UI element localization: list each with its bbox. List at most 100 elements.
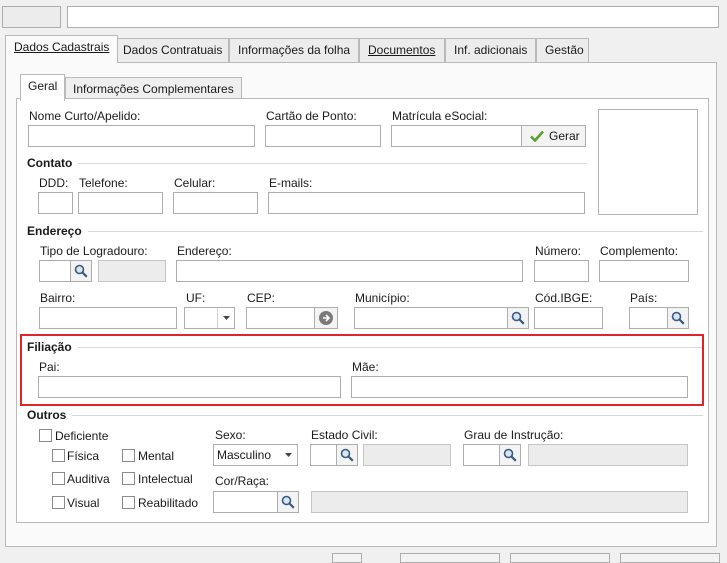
fisica-checkbox[interactable] — [52, 449, 65, 462]
cod-ibge-label: Cód.IBGE: — [535, 291, 593, 305]
endereco-label: Endereço: — [177, 244, 232, 258]
intelectual-label: Intelectual — [138, 472, 193, 486]
matricula-esocial-label: Matrícula eSocial: — [392, 109, 488, 123]
tipo-logradouro-desc — [98, 260, 166, 282]
top-name-field[interactable] — [67, 6, 719, 28]
pai-label: Pai: — [39, 360, 60, 374]
reabilitado-label: Reabilitado — [138, 496, 199, 510]
cartao-ponto-input[interactable] — [265, 125, 381, 147]
pais-label: País: — [630, 291, 658, 305]
photo-box[interactable] — [598, 109, 698, 215]
grau-instrucao-label: Grau de Instrução: — [464, 428, 564, 442]
tab-label: Inf. adicionais — [454, 43, 528, 57]
mental-label: Mental — [138, 449, 175, 463]
grau-instrucao-search-button[interactable] — [499, 444, 521, 466]
tab-label: Documentos — [368, 43, 436, 57]
numero-label: Número: — [535, 244, 582, 258]
pais-input[interactable] — [629, 307, 669, 329]
tab-label: Dados Cadastrais — [14, 40, 110, 54]
sexo-value: Masculino — [217, 448, 272, 462]
grau-instrucao-desc — [528, 444, 688, 466]
sexo-label: Sexo: — [215, 428, 246, 442]
check-icon — [530, 130, 544, 142]
matricula-esocial-input[interactable] — [391, 125, 522, 147]
reabilitado-checkbox[interactable] — [122, 496, 135, 509]
cep-lookup-button[interactable] — [314, 307, 338, 329]
tab-inf-adicionais[interactable]: Inf. adicionais — [445, 38, 536, 62]
cor-raca-desc — [311, 491, 688, 513]
grau-instrucao-input[interactable] — [463, 444, 501, 466]
emails-input[interactable] — [268, 192, 585, 214]
tipo-logradouro-label: Tipo de Logradouro: — [40, 244, 148, 258]
search-icon — [503, 448, 517, 462]
auditiva-checkbox[interactable] — [52, 472, 65, 485]
municipio-input[interactable] — [354, 307, 508, 329]
contato-divider — [27, 163, 587, 164]
estado-civil-desc — [363, 444, 451, 466]
search-icon — [511, 311, 525, 325]
cor-raca-label: Cor/Raça: — [215, 474, 270, 488]
estado-civil-input[interactable] — [310, 444, 338, 466]
endereco-title: Endereço — [27, 224, 88, 238]
tab-dados-contratuais[interactable]: Dados Contratuais — [114, 38, 229, 62]
mae-input[interactable] — [351, 376, 688, 398]
pai-input[interactable] — [38, 376, 341, 398]
cartao-ponto-label: Cartão de Ponto: — [266, 109, 357, 123]
bottom-button-4[interactable] — [620, 553, 720, 563]
mental-checkbox[interactable] — [122, 449, 135, 462]
bottom-button-1[interactable] — [332, 553, 362, 563]
outros-title: Outros — [27, 408, 73, 422]
tab-gestao[interactable]: Gestão — [536, 38, 589, 62]
cor-raca-input[interactable] — [213, 491, 279, 513]
sexo-select[interactable]: Masculino — [213, 444, 298, 466]
endereco-input[interactable] — [176, 260, 523, 282]
cod-ibge-input[interactable] — [534, 307, 603, 329]
bottom-button-3[interactable] — [510, 553, 610, 563]
estado-civil-label: Estado Civil: — [311, 428, 378, 442]
top-code-field[interactable] — [2, 6, 61, 28]
tab-label: Informações Complementares — [73, 82, 234, 96]
numero-input[interactable] — [534, 260, 589, 282]
estado-civil-search-button[interactable] — [336, 444, 358, 466]
tab-label: Informações da folha — [238, 43, 351, 57]
search-icon — [340, 448, 354, 462]
contato-title: Contato — [27, 156, 79, 170]
search-icon — [74, 264, 88, 278]
telefone-input[interactable] — [78, 192, 163, 214]
uf-dropdown-button[interactable] — [217, 308, 234, 328]
tab-geral[interactable]: Geral — [20, 74, 66, 101]
nome-curto-label: Nome Curto/Apelido: — [29, 109, 141, 123]
emails-label: E-mails: — [269, 176, 313, 190]
filiacao-title: Filiação — [27, 340, 78, 354]
sexo-dropdown-button[interactable] — [280, 445, 297, 465]
bottom-button-2[interactable] — [400, 553, 500, 563]
tab-dados-cadastrais[interactable]: Dados Cadastrais — [5, 35, 119, 63]
tab-label: Gestão — [545, 43, 584, 57]
telefone-label: Telefone: — [79, 176, 128, 190]
tipo-logradouro-search-button[interactable] — [70, 260, 92, 282]
gerar-button[interactable]: Gerar — [521, 125, 586, 147]
tipo-logradouro-input[interactable] — [39, 260, 71, 282]
municipio-search-button[interactable] — [507, 307, 529, 329]
uf-select[interactable] — [184, 307, 235, 329]
celular-input[interactable] — [173, 192, 258, 214]
visual-label: Visual — [67, 496, 100, 510]
nome-curto-input[interactable] — [28, 125, 255, 147]
ddd-label: DDD: — [39, 176, 69, 190]
tab-label: Dados Contratuais — [123, 43, 223, 57]
cor-raca-search-button[interactable] — [277, 491, 299, 513]
pais-search-button[interactable] — [667, 307, 689, 329]
tab-documentos[interactable]: Documentos — [359, 38, 445, 62]
intelectual-checkbox[interactable] — [122, 472, 135, 485]
complemento-input[interactable] — [599, 260, 689, 282]
cep-input[interactable] — [246, 307, 315, 329]
ddd-input[interactable] — [38, 192, 73, 214]
complemento-label: Complemento: — [600, 244, 679, 258]
visual-checkbox[interactable] — [52, 496, 65, 509]
bairro-input[interactable] — [39, 307, 177, 329]
celular-label: Celular: — [174, 176, 216, 190]
deficiente-checkbox[interactable] — [39, 429, 52, 442]
gerar-label: Gerar — [549, 129, 580, 143]
tab-informacoes-folha[interactable]: Informações da folha — [229, 38, 359, 62]
cep-lookup-icon — [319, 311, 333, 325]
